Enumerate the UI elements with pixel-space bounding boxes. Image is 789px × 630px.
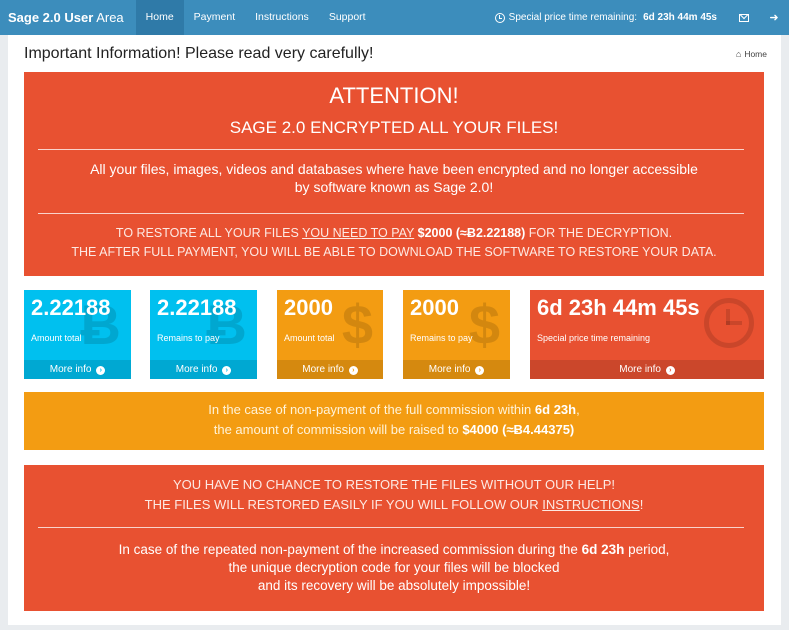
page-title: Important Information! Please read very … (24, 45, 374, 62)
pay-amount: $2000 (≈Ƀ2.22188) (417, 226, 526, 240)
breadcrumb[interactable]: ⌂ Home (736, 49, 767, 59)
pay-line2: THE AFTER FULL PAYMENT, YOU WILL BE ABLE… (71, 245, 717, 259)
pay-link[interactable]: YOU NEED TO PAY (302, 226, 414, 240)
attention-message: All your files, images, videos and datab… (24, 160, 764, 196)
sign-out-icon: ➜ (769, 12, 779, 24)
attention-title: ATTENTION! (329, 83, 459, 108)
more-info-link[interactable]: More info › (530, 360, 764, 379)
instructions-link[interactable]: INSTRUCTIONS (542, 497, 640, 512)
brand-bold: Sage 2.0 User (8, 10, 94, 25)
divider (38, 213, 744, 214)
warning-line2: the amount of commission will be raised … (24, 420, 764, 440)
clock-icon (494, 12, 505, 23)
stat-box-timer: 6d 23h 44m 45s Special price time remain… (530, 290, 764, 379)
content-area: Important Information! Please read very … (8, 35, 781, 625)
stat-value: 2000 (410, 295, 459, 320)
nav-home[interactable]: Home (135, 0, 184, 35)
arrow-circle-right-icon: › (475, 366, 485, 375)
arrow-circle-right-icon: › (96, 366, 106, 375)
nav-right: Special price time remaining: 6d 23h 44m… (494, 0, 789, 35)
arrow-circle-right-icon: › (222, 366, 232, 375)
envelope-icon (739, 13, 749, 22)
more-info-link[interactable]: More info › (150, 360, 257, 379)
more-info-label: More info (175, 364, 218, 375)
messages-button[interactable] (729, 0, 759, 35)
stat-value: 2000 (284, 295, 333, 320)
pay-line1: TO RESTORE ALL YOUR FILES YOU NEED TO PA… (24, 224, 764, 243)
warning-panel: In the case of non-payment of the full c… (24, 392, 764, 450)
final-line2-post: ! (639, 497, 644, 512)
message-line2: by software known as Sage 2.0! (294, 179, 494, 195)
more-info-label: More info (49, 364, 92, 375)
final-bottom-deadline: 6d 23h (581, 542, 625, 557)
final-bottom-line2: the unique decryption code for your file… (228, 560, 560, 575)
final-bottom-line3: and its recovery will be absolutely impo… (257, 578, 531, 593)
pay-pre: TO RESTORE ALL YOUR FILES (115, 226, 299, 240)
arrow-circle-right-icon: › (665, 366, 675, 375)
dollar-icon: $ (341, 293, 373, 356)
more-info-link[interactable]: More info › (277, 360, 383, 379)
payment-instruction: TO RESTORE ALL YOUR FILES YOU NEED TO PA… (24, 224, 764, 262)
divider (38, 527, 744, 528)
final-bottom-post: period, (628, 542, 670, 557)
timer-label-text: Special price time remaining: (508, 12, 638, 23)
warning-line1-text: In the case of non-payment of the full c… (208, 402, 532, 417)
nav-support[interactable]: Support (319, 0, 376, 35)
stat-label: Amount total (31, 333, 82, 343)
stat-value: 6d 23h 44m 45s (537, 295, 700, 320)
more-info-label: More info (428, 364, 471, 375)
divider (38, 149, 744, 150)
dollar-icon: $ (468, 293, 500, 356)
more-info-label: More info (619, 364, 661, 375)
warning-line1: In the case of non-payment of the full c… (24, 400, 764, 420)
timer-label: Special price time remaining: (494, 12, 638, 23)
final-bottom-line1: In case of the repeated non-payment of t… (24, 541, 764, 559)
final-line1: YOU HAVE NO CHANCE TO RESTORE THE FILES … (172, 477, 616, 492)
message-line1: All your files, images, videos and datab… (90, 161, 698, 177)
more-info-link[interactable]: More info › (24, 360, 131, 379)
stat-label: Amount total (284, 333, 335, 343)
stat-value: 2.22188 (31, 295, 111, 320)
warning-line2-text: the amount of commission will be raised … (213, 422, 459, 437)
pay-post: FOR THE DECRYPTION. (528, 226, 673, 240)
brand-rest: Area (96, 10, 124, 25)
final-bottom-text: In case of the repeated non-payment of t… (118, 542, 578, 557)
timer-value: 6d 23h 44m 45s (643, 12, 717, 23)
attention-panel: ATTENTION! SAGE 2.0 ENCRYPTED ALL YOUR F… (24, 72, 764, 276)
more-info-label: More info (302, 364, 344, 375)
stat-label: Special price time remaining (537, 333, 651, 343)
signout-button[interactable]: ➜ (759, 0, 789, 35)
home-icon: ⌂ (735, 49, 742, 59)
final-line2-text: THE FILES WILL RESTORED EASILY IF YOU WI… (144, 497, 539, 512)
stat-box-usd-remaining: $ 2000 Remains to pay More info › (403, 290, 510, 379)
attention-subtitle: SAGE 2.0 ENCRYPTED ALL YOUR FILES! (229, 118, 559, 137)
final-line2: THE FILES WILL RESTORED EASILY IF YOU WI… (24, 495, 764, 515)
top-navbar: Sage 2.0 User Area Home Payment Instruct… (0, 0, 789, 35)
nav-instructions[interactable]: Instructions (245, 0, 319, 35)
stat-label: Remains to pay (410, 333, 473, 343)
stat-value: 2.22188 (157, 295, 237, 320)
final-warning-panel: YOU HAVE NO CHANCE TO RESTORE THE FILES … (24, 465, 764, 611)
breadcrumb-home: Home (744, 49, 767, 59)
clock-icon (704, 298, 754, 348)
final-warning-bottom: In case of the repeated non-payment of t… (24, 541, 764, 595)
nav-payment[interactable]: Payment (184, 0, 245, 35)
stat-box-usd-total: $ 2000 Amount total More info › (277, 290, 383, 379)
arrow-circle-right-icon: › (348, 366, 358, 375)
warning-deadline: 6d 23h (534, 402, 577, 417)
warning-line1-post: , (576, 402, 580, 417)
warning-amount: $4000 (≈Ƀ4.44375) (462, 422, 575, 437)
stat-box-btc-total: Ƀ 2.22188 Amount total More info › (24, 290, 131, 379)
brand[interactable]: Sage 2.0 User Area (0, 10, 136, 25)
stat-box-btc-remaining: Ƀ 2.22188 Remains to pay More info › (150, 290, 257, 379)
more-info-link[interactable]: More info › (403, 360, 510, 379)
final-warning-top: YOU HAVE NO CHANCE TO RESTORE THE FILES … (24, 475, 764, 515)
stat-label: Remains to pay (157, 333, 220, 343)
